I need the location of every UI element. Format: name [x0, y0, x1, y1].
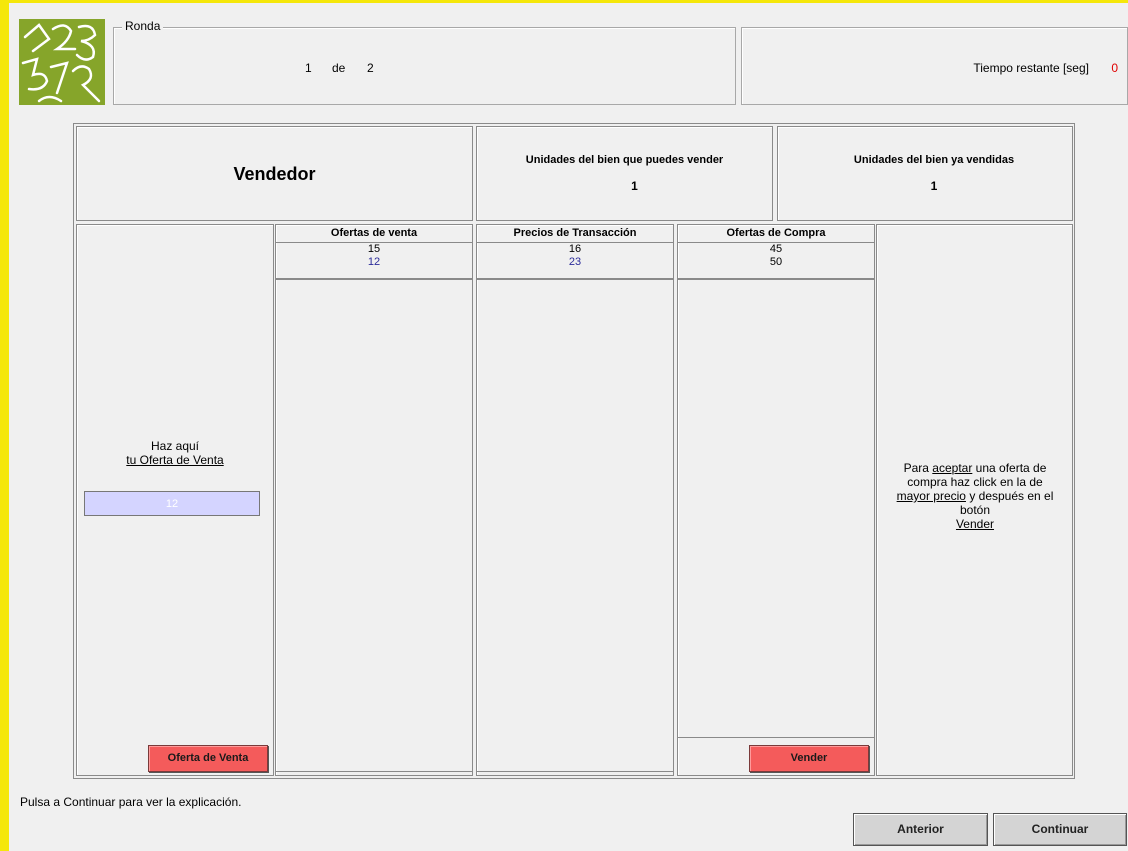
round-legend: Ronda [122, 19, 164, 33]
transactions-header: Precios de Transacción [477, 225, 673, 243]
role-box: Vendedor [76, 126, 473, 221]
time-label: Tiempo restante [seg] [973, 61, 1089, 75]
instructions-panel: Para aceptar una oferta de compra haz cl… [876, 224, 1073, 776]
sell-offers-header: Ofertas de venta [276, 225, 472, 243]
units-can-sell-box: Unidades del bien que puedes vender 1 [476, 126, 773, 221]
window-frame-top [0, 0, 1128, 3]
sell-offers-list: Ofertas de venta 15 12 [275, 224, 473, 776]
sell-offer-row[interactable]: 12 [276, 256, 472, 269]
offer-entry-panel: Haz aquí tu Oferta de Venta [76, 224, 274, 776]
units-sold-label: Unidades del bien ya vendidas [853, 154, 1015, 166]
round-total: 2 [367, 61, 374, 75]
transaction-prices-list: Precios de Transacción 16 23 [476, 224, 674, 776]
instructions-text: Para aceptar una oferta de compra haz cl… [896, 461, 1054, 531]
round-current: 1 [305, 61, 312, 75]
previous-button[interactable]: Anterior [853, 813, 988, 846]
sell-offer-button[interactable]: Oferta de Venta [148, 745, 268, 772]
list-divider [678, 737, 874, 738]
footer-message: Pulsa a Continuar para ver la explicació… [20, 795, 242, 809]
buy-offers-header: Ofertas de Compra [678, 225, 874, 243]
units-sold-box: Unidades del bien ya vendidas 1 [777, 126, 1073, 221]
accept-emphasis: aceptar [932, 461, 973, 475]
units-can-sell-value: 1 [631, 179, 638, 193]
round-panel: Ronda 1 de 2 [113, 19, 736, 105]
sell-offer-input[interactable] [84, 491, 260, 516]
units-sold-value: 1 [930, 179, 938, 193]
sell-button[interactable]: Vender [749, 745, 869, 772]
buy-offer-row[interactable]: 45 [678, 243, 874, 256]
buy-offer-row[interactable]: 50 [678, 256, 874, 269]
numbers-logo-icon [21, 23, 101, 103]
offer-entry-line1: Haz aquí [150, 439, 200, 453]
sell-reference: Vender [955, 517, 995, 531]
time-value: 0 [1111, 61, 1118, 75]
transaction-row: 23 [568, 256, 582, 268]
sell-offer-row[interactable]: 15 [276, 243, 472, 256]
units-can-sell-label: Unidades del bien que puedes vender [525, 154, 724, 166]
continue-button[interactable]: Continuar [993, 813, 1127, 846]
list-divider [276, 771, 472, 772]
highest-price-emphasis: mayor precio [896, 489, 966, 503]
role-title: Vendedor [233, 164, 316, 184]
transaction-row: 16 [568, 243, 582, 255]
list-divider [477, 771, 673, 772]
round-of: de [332, 61, 346, 75]
app-logo [19, 19, 105, 105]
buy-offers-list: Ofertas de Compra 45 50 [677, 224, 875, 776]
window-frame-left [0, 0, 9, 851]
time-panel: Tiempo restante [seg] 0 [741, 27, 1128, 105]
offer-entry-line2: tu Oferta de Venta [126, 453, 224, 467]
